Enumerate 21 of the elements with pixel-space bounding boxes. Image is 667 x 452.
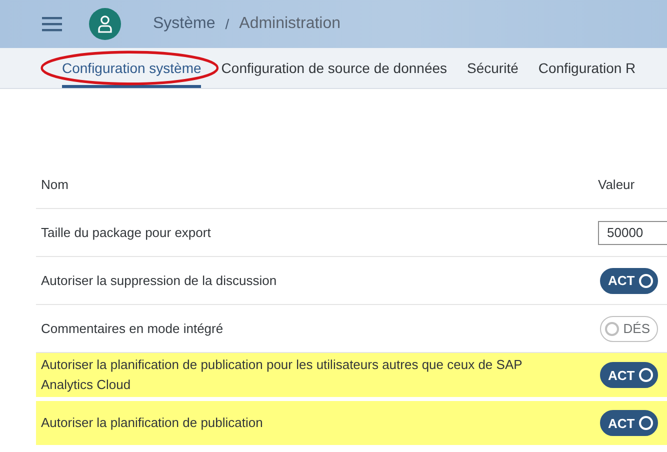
setting-name: Autoriser la planification de publication (41, 414, 263, 432)
breadcrumb-item: Administration (239, 15, 341, 33)
toggle-switch[interactable]: ACT (600, 410, 658, 436)
breadcrumb-separator-icon: / (225, 16, 230, 32)
tab[interactable]: Configuration de source de données (221, 48, 448, 88)
toggle-switch[interactable]: ACT (600, 268, 658, 294)
toggle-switch[interactable]: ACT (600, 362, 658, 388)
setting-name: Taille du package pour export (41, 224, 211, 242)
user-avatar[interactable] (89, 8, 121, 40)
value-field[interactable]: 50000 (598, 220, 667, 244)
toggle-switch[interactable]: DÉS (600, 316, 658, 342)
menu-icon[interactable] (42, 16, 62, 32)
tab[interactable]: Sécurité (467, 48, 518, 88)
setting-name: Commentaires en mode intégré (41, 320, 224, 338)
column-header: Nom (41, 176, 68, 194)
breadcrumb-item[interactable]: Système (153, 15, 216, 33)
setting-name: Autoriser la suppression de la discussion (41, 272, 277, 290)
setting-name: Autoriser la planification de publication pour les utilisateurs autres que ceux de SAP Analytics Cloud (41, 356, 524, 394)
tab[interactable]: Configuration R (538, 48, 636, 88)
tab[interactable]: Configuration système (62, 48, 202, 88)
column-header: Valeur (598, 177, 635, 192)
